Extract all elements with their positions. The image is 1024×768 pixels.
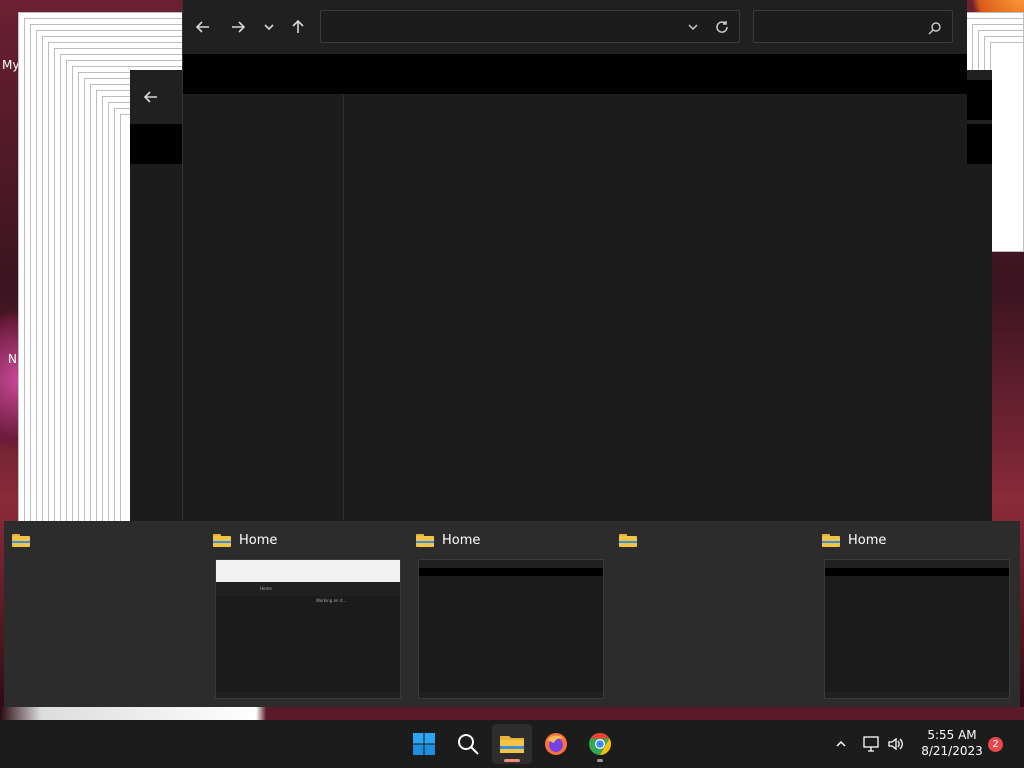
taskbar-thumbnail-strip: Home Home Working on it... Home Home	[4, 521, 1020, 707]
folder-icon	[500, 736, 524, 753]
folder-icon	[619, 533, 637, 547]
desktop-strip-below	[0, 707, 1024, 720]
window-thumbnail[interactable]	[4, 521, 202, 707]
chevron-up-icon	[836, 740, 846, 747]
active-indicator	[504, 759, 520, 762]
up-arrow-icon	[292, 20, 304, 33]
taskbar-file-explorer[interactable]	[492, 724, 532, 764]
start-button[interactable]	[404, 724, 444, 764]
window-thumbnail[interactable]	[611, 521, 809, 707]
command-bar	[183, 54, 967, 94]
desktop-icon-label[interactable]: My	[2, 58, 19, 72]
back-arrow-icon	[196, 21, 209, 33]
chevron-down-icon	[264, 24, 274, 31]
clock-time: 5:55 AM	[927, 728, 977, 742]
file-list-pane[interactable]	[344, 94, 967, 520]
thumbnail-title: Home	[239, 532, 278, 548]
notification-badge[interactable]: 2	[988, 737, 1003, 752]
stacked-window[interactable]	[990, 42, 1024, 252]
forward-button[interactable]	[225, 14, 251, 40]
search-icon	[928, 20, 942, 35]
running-indicator	[597, 759, 603, 762]
window-thumbnail[interactable]: Home	[814, 521, 1012, 707]
folder-icon	[416, 533, 434, 547]
thumbnail-title: Home	[848, 532, 887, 548]
taskbar-firefox[interactable]	[536, 724, 576, 764]
clock[interactable]: 5:55 AM 8/21/2023	[912, 727, 992, 759]
search-icon	[458, 734, 479, 755]
back-button[interactable]	[190, 14, 216, 40]
preview-text: Home	[260, 586, 272, 591]
volume-button[interactable]	[886, 734, 906, 754]
clock-date: 8/21/2023	[921, 744, 983, 758]
window-thumbnail[interactable]: Home Home Working on it...	[205, 521, 403, 707]
address-history-button[interactable]	[685, 19, 701, 35]
network-icon	[863, 736, 879, 752]
preview-text: Working on it...	[316, 598, 347, 603]
background-window-right-band	[966, 80, 992, 120]
window-thumbnail[interactable]: Home	[408, 521, 606, 707]
refresh-button[interactable]	[713, 18, 731, 36]
thumbnail-preview	[824, 559, 1010, 699]
folder-icon	[12, 533, 30, 547]
chevron-down-icon	[688, 24, 698, 31]
refresh-icon	[716, 21, 728, 33]
firefox-icon	[545, 733, 567, 755]
network-button[interactable]	[862, 734, 882, 754]
thumbnail-preview: Home Working on it...	[215, 559, 401, 699]
desktop-icon-label[interactable]: N	[8, 352, 17, 366]
search-box[interactable]	[753, 10, 953, 43]
folder-icon	[213, 533, 231, 547]
recent-locations-button[interactable]	[256, 14, 282, 40]
forward-arrow-icon	[232, 21, 245, 33]
file-explorer-window[interactable]	[182, 0, 967, 520]
back-arrow-icon[interactable]	[138, 84, 164, 110]
taskbar-chrome[interactable]	[580, 724, 620, 764]
tray-overflow-button[interactable]	[832, 735, 850, 753]
search-button[interactable]	[448, 724, 488, 764]
thumbnail-title: Home	[442, 532, 481, 548]
windows-logo-icon	[413, 733, 435, 755]
address-bar[interactable]	[320, 10, 740, 43]
up-button[interactable]	[285, 14, 311, 40]
navigation-pane[interactable]	[183, 94, 344, 520]
volume-icon	[888, 737, 903, 751]
folder-icon	[822, 533, 840, 547]
thumbnail-preview	[418, 559, 604, 699]
chrome-icon	[589, 733, 611, 755]
